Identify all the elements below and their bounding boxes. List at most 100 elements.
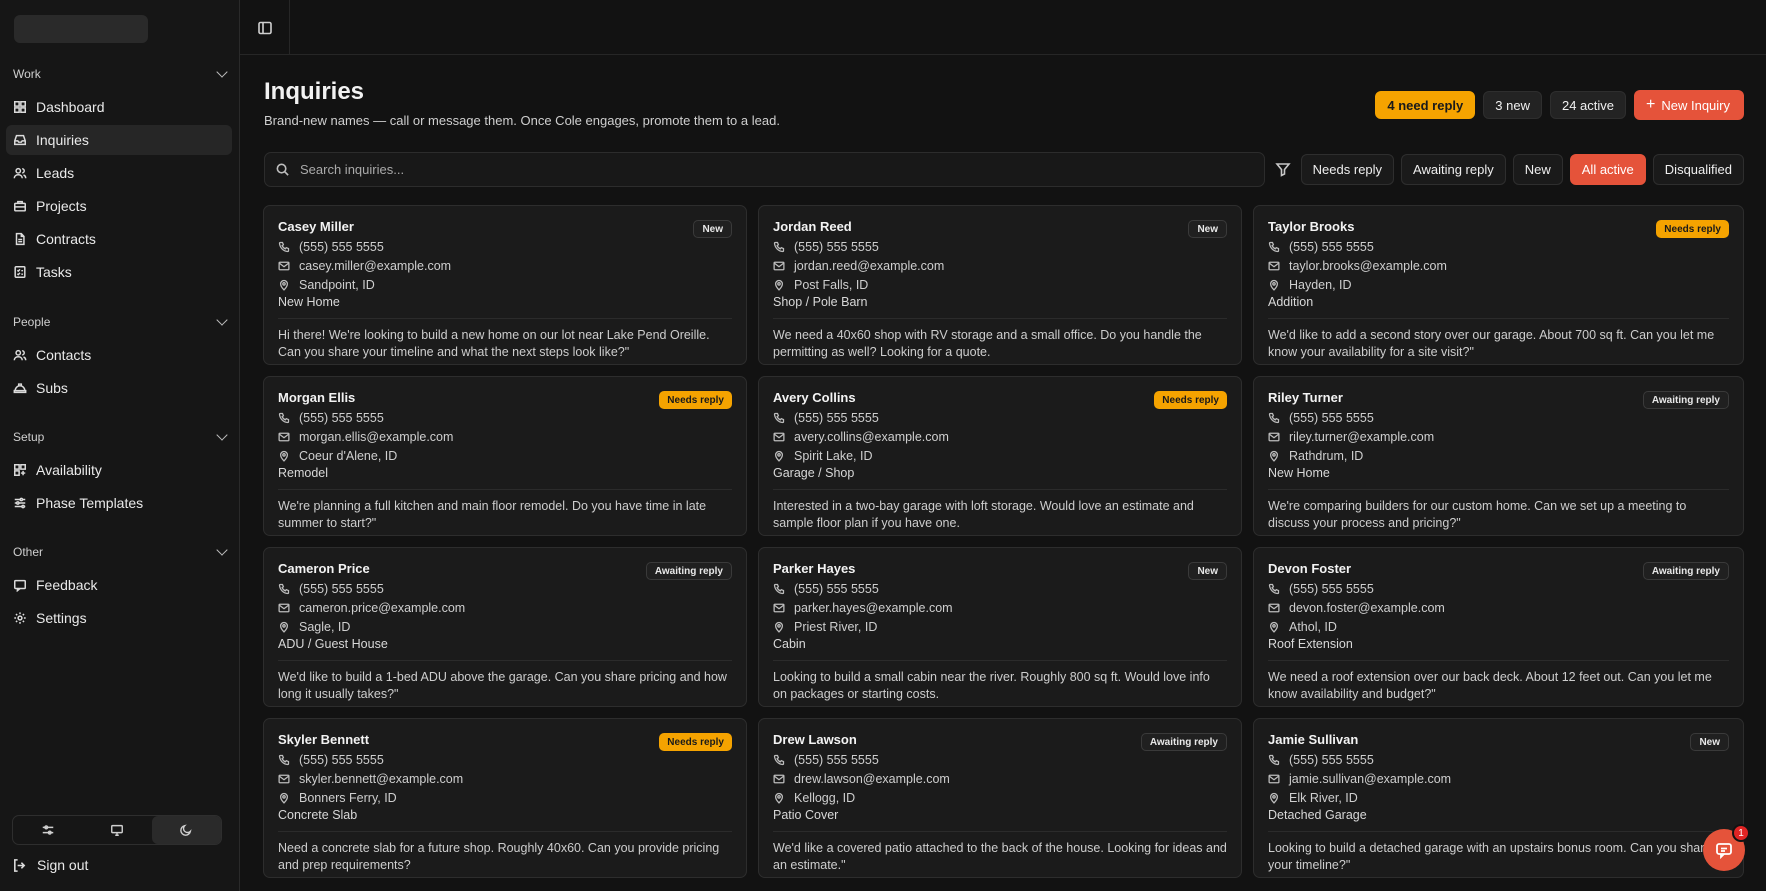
email-row[interactable]: parker.hayes@example.com bbox=[773, 598, 1227, 617]
mail-icon bbox=[278, 603, 290, 612]
active-count-badge[interactable]: 24 active bbox=[1549, 91, 1627, 119]
phone-row[interactable]: (555) 555 5555 bbox=[1268, 237, 1729, 256]
email-row[interactable]: riley.turner@example.com bbox=[1268, 427, 1729, 446]
phone-icon bbox=[278, 583, 290, 594]
sidebar-item-contracts[interactable]: Contracts bbox=[6, 224, 232, 254]
project-type: Shop / Pole Barn bbox=[773, 295, 868, 309]
map-pin-icon bbox=[1269, 792, 1279, 804]
mail-icon bbox=[1268, 603, 1280, 612]
email-row[interactable]: avery.collins@example.com bbox=[773, 427, 1227, 446]
phone-row[interactable]: (555) 555 5555 bbox=[278, 750, 732, 769]
location-row: Kellogg, ID bbox=[773, 788, 1227, 807]
location-row: Sandpoint, ID bbox=[278, 275, 732, 294]
inquiry-card[interactable]: Casey Miller New (555) 555 5555 casey.mille… bbox=[263, 205, 747, 365]
gear-icon bbox=[13, 611, 27, 625]
inquiry-card[interactable]: Cameron Price Awaiting reply (555) 555 555… bbox=[263, 547, 747, 707]
email-address: casey.miller@example.com bbox=[299, 258, 452, 273]
nav-group-header[interactable]: Other bbox=[0, 540, 240, 564]
email-row[interactable]: skyler.bennett@example.com bbox=[278, 769, 732, 788]
email-row[interactable]: morgan.ellis@example.com bbox=[278, 427, 732, 446]
inquiry-card[interactable]: Avery Collins Needs reply (555) 555 5555 av… bbox=[758, 376, 1242, 536]
filter-all-active[interactable]: All active bbox=[1569, 154, 1646, 185]
sidebar-item-projects[interactable]: Projects bbox=[6, 191, 232, 221]
sidebar-item-availability[interactable]: Availability bbox=[6, 455, 232, 485]
email-row[interactable]: taylor.brooks@example.com bbox=[1268, 256, 1729, 275]
location-row: Athol, ID bbox=[1268, 617, 1729, 636]
status-badge: Awaiting reply bbox=[645, 562, 732, 580]
need-reply-count-badge[interactable]: 4 need reply bbox=[1375, 91, 1476, 119]
inquiry-card[interactable]: Drew Lawson Awaiting reply (555) 555 5555 d… bbox=[758, 718, 1242, 878]
sign-out-button[interactable]: Sign out bbox=[12, 857, 88, 873]
sidebar-item-phase-templates[interactable]: Phase Templates bbox=[6, 488, 232, 518]
email-row[interactable]: drew.lawson@example.com bbox=[773, 769, 1227, 788]
theme-option-light[interactable] bbox=[82, 816, 151, 844]
inquiry-message: Looking to build a small cabin near the … bbox=[773, 660, 1227, 703]
nav-group-header[interactable]: People bbox=[0, 310, 240, 334]
inquiry-card[interactable]: Parker Hayes New (555) 555 5555 parker.haye… bbox=[758, 547, 1242, 707]
inquiry-card[interactable]: Jamie Sullivan New (555) 555 5555 jamie.sul… bbox=[1253, 718, 1744, 878]
sidebar-item-settings[interactable]: Settings bbox=[6, 603, 232, 633]
sidebar-toggle-button[interactable] bbox=[240, 0, 290, 55]
users-icon bbox=[13, 348, 27, 362]
theme-option-dark[interactable] bbox=[151, 816, 221, 844]
inquiry-card[interactable]: Skyler Bennett Needs reply (555) 555 5555 s… bbox=[263, 718, 747, 878]
nav-group-setup: Setup Availability Phase Templates bbox=[0, 425, 240, 521]
sidebar-item-contacts[interactable]: Contacts bbox=[6, 340, 232, 370]
sidebar-item-label: Feedback bbox=[36, 577, 98, 593]
sidebar-item-tasks[interactable]: Tasks bbox=[6, 257, 232, 287]
phone-row[interactable]: (555) 555 5555 bbox=[1268, 750, 1729, 769]
phone-row[interactable]: (555) 555 5555 bbox=[773, 750, 1227, 769]
filter-button[interactable] bbox=[1275, 161, 1291, 182]
sidebar-item-subs[interactable]: Subs bbox=[6, 373, 232, 403]
new-inquiry-button[interactable]: + New Inquiry bbox=[1634, 90, 1744, 120]
map-pin-icon bbox=[1269, 450, 1279, 462]
theme-switch bbox=[12, 815, 222, 845]
email-row[interactable]: jamie.sullivan@example.com bbox=[1268, 769, 1729, 788]
phone-icon bbox=[278, 754, 290, 765]
phone-row[interactable]: (555) 555 5555 bbox=[1268, 408, 1729, 427]
filter-awaiting-reply[interactable]: Awaiting reply bbox=[1401, 154, 1506, 185]
email-row[interactable]: casey.miller@example.com bbox=[278, 256, 732, 275]
sidebar-item-dashboard[interactable]: Dashboard bbox=[6, 92, 232, 122]
sidebar-item-label: Phase Templates bbox=[36, 495, 144, 511]
nav-group-header[interactable]: Setup bbox=[0, 425, 240, 449]
email-row[interactable]: devon.foster@example.com bbox=[1268, 598, 1729, 617]
inquiry-card[interactable]: Riley Turner Awaiting reply (555) 555 5555… bbox=[1253, 376, 1744, 536]
phone-row[interactable]: (555) 555 5555 bbox=[773, 237, 1227, 256]
phone-row[interactable]: (555) 555 5555 bbox=[773, 408, 1227, 427]
inquiry-card[interactable]: Taylor Brooks Needs reply (555) 555 5555 ta… bbox=[1253, 205, 1744, 365]
inquiry-message: We need a 40x60 shop with RV storage and… bbox=[773, 318, 1227, 361]
new-count-badge[interactable]: 3 new bbox=[1483, 91, 1542, 119]
theme-option-system[interactable] bbox=[13, 816, 82, 844]
sidebar-item-inquiries[interactable]: Inquiries bbox=[6, 125, 232, 155]
filter-needs-reply[interactable]: Needs reply bbox=[1300, 154, 1395, 185]
inquiry-card[interactable]: Devon Foster Awaiting reply (555) 555 5555… bbox=[1253, 547, 1744, 707]
inquiry-card[interactable]: Morgan Ellis Needs reply (555) 555 5555 mor… bbox=[263, 376, 747, 536]
email-row[interactable]: jordan.reed@example.com bbox=[773, 256, 1227, 275]
sidebar-item-feedback[interactable]: Feedback bbox=[6, 570, 232, 600]
status-badge: New bbox=[1188, 220, 1227, 238]
phone-row[interactable]: (555) 555 5555 bbox=[278, 237, 732, 256]
project-type: Remodel bbox=[278, 466, 329, 480]
mail-icon bbox=[278, 261, 290, 270]
dashboard-icon bbox=[13, 100, 27, 114]
email-row[interactable]: cameron.price@example.com bbox=[278, 598, 732, 617]
phone-number: (555) 555 5555 bbox=[299, 410, 384, 425]
sidebar-item-leads[interactable]: Leads bbox=[6, 158, 232, 188]
inquiry-card[interactable]: Jordan Reed New (555) 555 5555 jordan.reed@… bbox=[758, 205, 1242, 365]
map-pin-icon bbox=[279, 621, 289, 633]
nav-group-header[interactable]: Work bbox=[0, 62, 240, 86]
filter-new[interactable]: New bbox=[1512, 154, 1563, 185]
page-title: Inquiries bbox=[264, 78, 365, 105]
phone-row[interactable]: (555) 555 5555 bbox=[1268, 579, 1729, 598]
phone-number: (555) 555 5555 bbox=[1289, 752, 1374, 767]
phone-row[interactable]: (555) 555 5555 bbox=[773, 579, 1227, 598]
search-input[interactable] bbox=[300, 162, 1200, 177]
sidebar-item-label: Tasks bbox=[36, 264, 72, 280]
phone-row[interactable]: (555) 555 5555 bbox=[278, 579, 732, 598]
filter-disqualified[interactable]: Disqualified bbox=[1652, 154, 1744, 185]
chat-launcher-button[interactable]: 1 bbox=[1703, 824, 1750, 871]
sidebar-item-label: Contracts bbox=[36, 231, 96, 247]
phone-row[interactable]: (555) 555 5555 bbox=[278, 408, 732, 427]
project-type: Cabin bbox=[773, 637, 806, 651]
